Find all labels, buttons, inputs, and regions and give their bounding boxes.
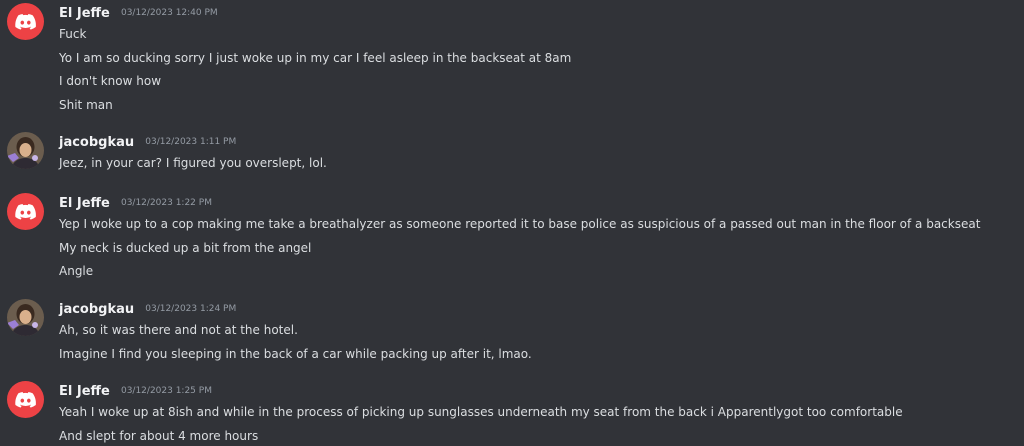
username[interactable]: El Jeffe xyxy=(59,384,110,399)
discord-logo-icon[interactable] xyxy=(7,381,44,418)
timestamp: 03/12/2023 1:24 PM xyxy=(145,304,237,314)
discord-logo-icon[interactable] xyxy=(7,193,44,230)
message-header: El Jeffe 03/12/2023 1:22 PM xyxy=(59,192,1024,213)
message-text: Yep I woke up to a cop making me take a … xyxy=(59,217,981,231)
message-text: Shit man xyxy=(59,97,113,112)
username[interactable]: El Jeffe xyxy=(59,6,110,21)
username[interactable]: jacobgkau xyxy=(59,135,134,150)
message-text: Imagine I find you sleeping in the back … xyxy=(59,346,532,361)
message-header: El Jeffe 03/12/2023 1:25 PM xyxy=(59,380,1024,401)
message-text: My neck is ducked up a bit from the ange… xyxy=(59,240,312,255)
user-photo-avatar[interactable] xyxy=(7,299,44,336)
chat-message-list: El Jeffe 03/12/2023 12:40 PM Fuck Yo I a… xyxy=(0,0,1024,446)
message-text: Ah, so it was there and not at the hotel… xyxy=(59,323,298,337)
username[interactable]: jacobgkau xyxy=(59,302,134,317)
message-text: Angle xyxy=(59,264,94,278)
message-text: Fuck xyxy=(59,27,87,41)
message-header: El Jeffe 03/12/2023 12:40 PM xyxy=(59,2,1024,23)
message-group: El Jeffe 03/12/2023 1:25 PM Yeah I woke … xyxy=(0,380,1024,446)
username[interactable]: El Jeffe xyxy=(59,196,110,211)
message-text: Jeez, in your car? I figured you oversle… xyxy=(59,156,327,170)
message-text: I don't know how xyxy=(59,74,162,88)
timestamp: 03/12/2023 1:22 PM xyxy=(120,198,212,208)
message-header: jacobgkau 03/12/2023 1:24 PM xyxy=(59,298,1024,319)
timestamp: 03/12/2023 1:11 PM xyxy=(145,137,237,147)
discord-logo-icon[interactable] xyxy=(7,3,44,40)
message-group: El Jeffe 03/12/2023 12:40 PM Fuck Yo I a… xyxy=(0,2,1024,117)
timestamp: 03/12/2023 1:25 PM xyxy=(120,386,212,396)
message-header: jacobgkau 03/12/2023 1:11 PM xyxy=(59,131,1024,152)
message-text: Yeah I woke up at 8ish and while in the … xyxy=(59,405,903,419)
user-photo-avatar[interactable] xyxy=(7,132,44,169)
message-text: And slept for about 4 more hours xyxy=(59,428,259,443)
message-group: El Jeffe 03/12/2023 1:22 PM Yep I woke u… xyxy=(0,192,1024,284)
message-group: jacobgkau 03/12/2023 1:24 PM Ah, so it w… xyxy=(0,298,1024,366)
timestamp: 03/12/2023 12:40 PM xyxy=(120,8,218,18)
message-text: Yo I am so ducking sorry I just woke up … xyxy=(59,50,572,65)
message-group: jacobgkau 03/12/2023 1:11 PM Jeez, in yo… xyxy=(0,131,1024,176)
